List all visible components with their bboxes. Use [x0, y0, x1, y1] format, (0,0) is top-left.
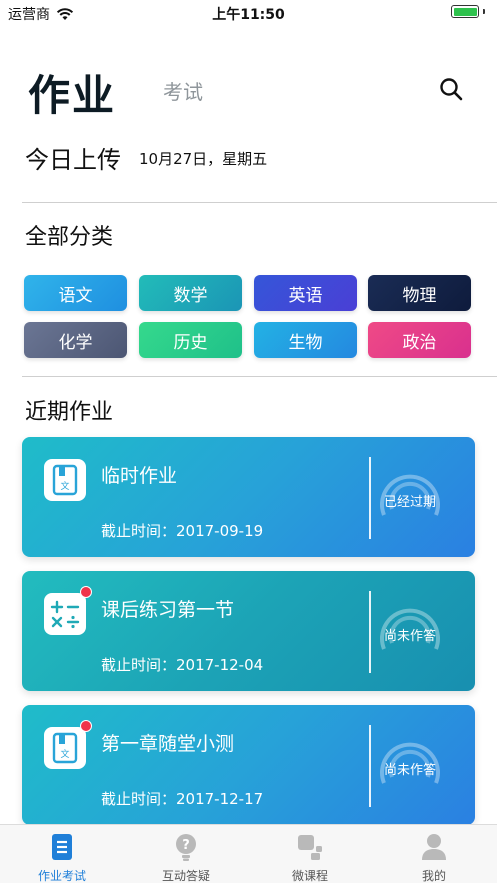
homework-deadline: 截止时间：2017-12-04 [101, 656, 264, 674]
category-label: 生物 [288, 332, 323, 353]
svg-text:文: 文 [60, 748, 69, 760]
unread-badge [80, 586, 92, 598]
category-label: 语文 [58, 285, 93, 306]
category-label: 化学 [58, 332, 93, 353]
category-chinese-button[interactable]: 语文 [24, 275, 127, 311]
recent-homework-title: 近期作业 [25, 400, 114, 425]
search-icon [440, 78, 463, 101]
card-separator [369, 725, 371, 807]
divider [22, 376, 497, 377]
tab-micro-course[interactable]: 微课程 [248, 825, 372, 883]
book-icon: 文 [44, 727, 86, 769]
status-bar: 运营商 上午11:50 [0, 0, 497, 24]
user-icon [422, 834, 446, 860]
homework-title: 第一章随堂小测 [101, 733, 235, 755]
homework-icon [52, 834, 72, 860]
homework-deadline: 截止时间：2017-12-17 [101, 790, 264, 808]
today-date: 10月27日，星期五 [139, 150, 268, 168]
category-biology-button[interactable]: 生物 [254, 322, 357, 358]
svg-text:文: 文 [60, 480, 69, 492]
tab-label: 我的 [421, 869, 446, 883]
tab-label: 互动答疑 [161, 869, 210, 883]
lightbulb-icon: ? [176, 834, 196, 861]
status-indicator: 尚未作答 [376, 603, 444, 665]
category-label: 英语 [288, 285, 323, 306]
course-icon [298, 835, 322, 860]
divider [22, 202, 497, 203]
category-math-button[interactable]: 数学 [139, 275, 242, 311]
homework-title: 临时作业 [101, 465, 178, 487]
homework-status: 已经过期 [383, 495, 436, 510]
status-right [451, 5, 485, 18]
battery-icon [451, 5, 479, 18]
status-indicator: 尚未作答 [376, 737, 444, 799]
homework-card[interactable]: 课后练习第一节 截止时间：2017-12-04 尚未作答 [22, 571, 475, 691]
categories-title: 全部分类 [25, 225, 114, 250]
status-time: 上午11:50 [212, 7, 285, 23]
tab-label: 作业考试 [37, 869, 86, 883]
category-label: 物理 [402, 285, 437, 306]
card-separator [369, 591, 371, 673]
unread-badge [80, 720, 92, 732]
search-button[interactable] [438, 76, 464, 102]
tab-bar: 作业考试 ? 互动答疑 微课程 我的 [0, 824, 497, 883]
homework-status: 尚未作答 [383, 629, 436, 644]
homework-status: 尚未作答 [383, 763, 436, 778]
tab-label: 微课程 [291, 869, 328, 883]
battery-tip [483, 9, 485, 14]
page-title: 作业 [28, 71, 117, 120]
category-label: 数学 [173, 285, 208, 306]
category-english-button[interactable]: 英语 [254, 275, 357, 311]
tab-exam[interactable]: 考试 [163, 76, 203, 105]
tab-homework-exam[interactable]: 作业考试 [0, 825, 124, 883]
today-upload-label: 今日上传 [25, 146, 121, 174]
category-chemistry-button[interactable]: 化学 [24, 322, 127, 358]
category-politics-button[interactable]: 政治 [368, 322, 471, 358]
category-physics-button[interactable]: 物理 [368, 275, 471, 311]
card-separator [369, 457, 371, 539]
status-indicator: 已经过期 [376, 469, 444, 531]
book-icon: 文 [44, 459, 86, 501]
tab-mine[interactable]: 我的 [372, 825, 496, 883]
homework-deadline: 截止时间：2017-09-19 [101, 522, 264, 540]
calculator-icon [44, 593, 86, 635]
homework-title: 课后练习第一节 [101, 599, 235, 621]
svg-text:?: ? [182, 838, 190, 853]
homework-card[interactable]: 文 临时作业 截止时间：2017-09-19 已经过期 [22, 437, 475, 557]
category-history-button[interactable]: 历史 [139, 322, 242, 358]
category-label: 历史 [173, 332, 208, 353]
homework-card[interactable]: 文 第一章随堂小测 截止时间：2017-12-17 尚未作答 [22, 705, 475, 825]
category-label: 政治 [402, 332, 437, 353]
tab-interactive-qa[interactable]: ? 互动答疑 [124, 825, 248, 883]
